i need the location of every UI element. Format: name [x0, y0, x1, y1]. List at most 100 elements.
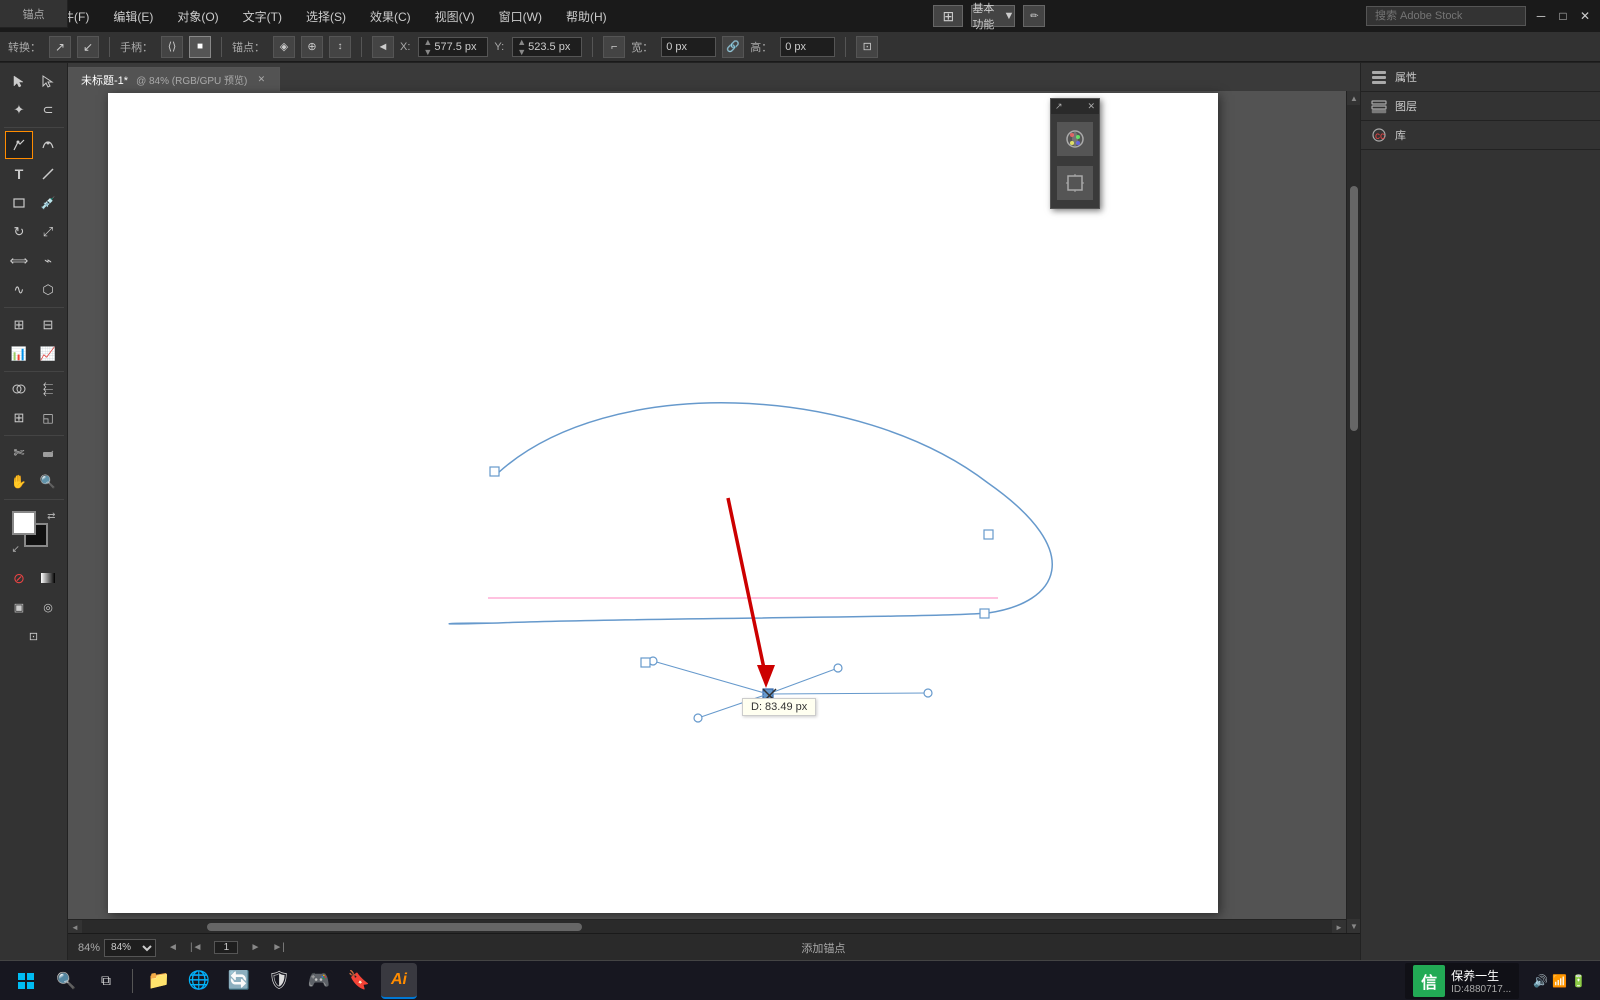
stock-search-input[interactable]: [1366, 6, 1526, 26]
taskbar-refresh-btn[interactable]: 🔄: [221, 963, 257, 999]
workspace-dropdown-icon[interactable]: ▼: [1003, 10, 1014, 22]
scissors-tool[interactable]: ✄: [5, 439, 33, 467]
taskbar-search-btn[interactable]: 🔍: [48, 963, 84, 999]
handle-point-2[interactable]: [924, 689, 932, 697]
layers-panel-btn[interactable]: 图层: [1361, 92, 1600, 121]
page-number-input[interactable]: 1: [214, 941, 238, 954]
handle-btn1[interactable]: ⟨⟩: [161, 36, 183, 58]
none-fill-btn[interactable]: ⊘: [5, 564, 33, 592]
graph-bar-tool[interactable]: 📈: [34, 340, 62, 368]
select-tool[interactable]: [5, 67, 33, 95]
menu-window[interactable]: 窗口(W): [493, 6, 548, 27]
document-tab[interactable]: 未标题-1* @ 84% (RGB/GPU 预览) ✕: [68, 67, 280, 91]
tray-icon2[interactable]: 📶: [1552, 974, 1567, 988]
tab-close-btn[interactable]: ✕: [255, 74, 267, 86]
v-scroll-track[interactable]: [1347, 105, 1360, 919]
page-next-btn[interactable]: ►: [250, 942, 260, 953]
color-panel-btn[interactable]: [1057, 122, 1093, 156]
mini-panel-close[interactable]: ✕: [1087, 101, 1095, 112]
anchor-lt[interactable]: [490, 467, 499, 476]
curvature-tool[interactable]: [34, 131, 62, 159]
minimize-btn[interactable]: ─: [1534, 9, 1548, 23]
menu-object[interactable]: 对象(O): [171, 6, 224, 27]
taskbar-browser-btn[interactable]: 🌐: [181, 963, 217, 999]
scroll-down-btn[interactable]: ▼: [1347, 919, 1360, 933]
page-last-btn[interactable]: ►|: [272, 942, 285, 953]
eraser-tool[interactable]: [34, 439, 62, 467]
gradient-tool[interactable]: ◱: [34, 404, 62, 432]
gradient-btn[interactable]: [34, 564, 62, 592]
hand-tool[interactable]: ✋: [5, 468, 33, 496]
h-value-field[interactable]: 0 px: [780, 37, 835, 57]
taskbar-shield-btn[interactable]: 🛡: [261, 963, 297, 999]
anchor-show-btn[interactable]: ◈: [273, 36, 295, 58]
anchor-smooth-btn[interactable]: ↕: [329, 36, 351, 58]
artboard-panel-btn[interactable]: [1057, 166, 1093, 200]
y-value-field[interactable]: ▲▼ 523.5 px: [512, 37, 582, 57]
direct-select-tool[interactable]: [34, 67, 62, 95]
corner-btn[interactable]: ⌐: [603, 36, 625, 58]
menu-text[interactable]: 文字(T): [237, 6, 288, 27]
properties-panel-btn[interactable]: 属性: [1361, 63, 1600, 92]
menu-view[interactable]: 视图(V): [429, 6, 481, 27]
scroll-left-btn[interactable]: ◄: [68, 920, 82, 934]
line-tool[interactable]: [34, 160, 62, 188]
document-canvas[interactable]: D: 83.49 px: [108, 93, 1218, 913]
pen-tool[interactable]: [5, 131, 33, 159]
zoom-select[interactable]: 84% 100% 50%: [104, 939, 156, 957]
mesh-tool[interactable]: ⊞: [5, 404, 33, 432]
arrange-btn[interactable]: 基本功能 ▼: [971, 5, 1015, 27]
h-scroll-track[interactable]: [82, 920, 1332, 933]
menu-edit[interactable]: 编辑(E): [107, 6, 159, 27]
scroll-up-btn[interactable]: ▲: [1347, 91, 1360, 105]
v-scroll-thumb[interactable]: [1350, 186, 1358, 430]
shape-builder-tool[interactable]: [5, 375, 33, 403]
fill-color-btn[interactable]: ▣: [5, 593, 33, 621]
tray-icon1[interactable]: 🔊: [1533, 974, 1548, 988]
magic-wand-tool[interactable]: ✦: [5, 96, 33, 124]
brush-btn[interactable]: ✏: [1023, 5, 1045, 27]
menu-select[interactable]: 选择(S): [300, 6, 352, 27]
artboard-tool[interactable]: ⊞: [5, 311, 33, 339]
change-screen-btn[interactable]: ⊡: [20, 622, 48, 650]
anchor-rt[interactable]: [984, 530, 993, 539]
h-scrollbar[interactable]: ◄ ►: [68, 919, 1346, 933]
link-btn[interactable]: 🔗: [722, 36, 744, 58]
taskbar-bookmark-btn[interactable]: 🔖: [341, 963, 377, 999]
transform-btn[interactable]: ⊡: [856, 36, 878, 58]
maximize-btn[interactable]: □: [1556, 9, 1570, 23]
stroke-color-btn[interactable]: ◎: [34, 593, 62, 621]
anchor-left[interactable]: [641, 658, 650, 667]
scroll-right-btn[interactable]: ►: [1332, 920, 1346, 934]
perspective-tool[interactable]: ⬱: [34, 375, 62, 403]
blob-tool[interactable]: ⬡: [34, 276, 62, 304]
canvas-area[interactable]: 未标题-1* @ 84% (RGB/GPU 预览) ✕: [68, 63, 1360, 961]
h-scroll-thumb[interactable]: [207, 923, 582, 931]
foreground-color-swatch[interactable]: [12, 511, 36, 535]
arrow-left-btn[interactable]: ◄: [372, 36, 394, 58]
tray-icon3[interactable]: 🔋: [1571, 974, 1586, 988]
x-value-field[interactable]: ▲▼ 577.5 px: [418, 37, 488, 57]
start-btn[interactable]: [8, 963, 44, 999]
close-btn[interactable]: ✕: [1578, 9, 1592, 23]
graph-col-tool[interactable]: 📊: [5, 340, 33, 368]
convert-anchor-btn2[interactable]: ↙: [77, 36, 99, 58]
page-first-btn[interactable]: |◄: [190, 942, 203, 953]
eyedropper-tool[interactable]: 💉: [34, 189, 62, 217]
page-prev-btn[interactable]: ◄: [168, 942, 178, 953]
anchor-rb[interactable]: [980, 609, 989, 618]
x-up-arrow[interactable]: ▲▼: [423, 37, 432, 57]
freeform-tool[interactable]: ∿: [5, 276, 33, 304]
grid-view-btn[interactable]: ⊞: [933, 5, 963, 27]
scale-tool[interactable]: ⤢: [34, 218, 62, 246]
taskbar-ai-btn[interactable]: Ai: [381, 963, 417, 999]
lasso-tool[interactable]: ⊂: [34, 96, 62, 124]
width-tool[interactable]: ⟺: [5, 247, 33, 275]
menu-help[interactable]: 帮助(H): [560, 6, 613, 27]
mini-panel-expand[interactable]: ↗: [1055, 101, 1063, 112]
handle-point-4[interactable]: [694, 714, 702, 722]
rect-tool[interactable]: [5, 189, 33, 217]
swap-colors-btn[interactable]: ⇄: [47, 511, 55, 522]
convert-anchor-btn1[interactable]: ↗: [49, 36, 71, 58]
handle-point-1[interactable]: [834, 664, 842, 672]
